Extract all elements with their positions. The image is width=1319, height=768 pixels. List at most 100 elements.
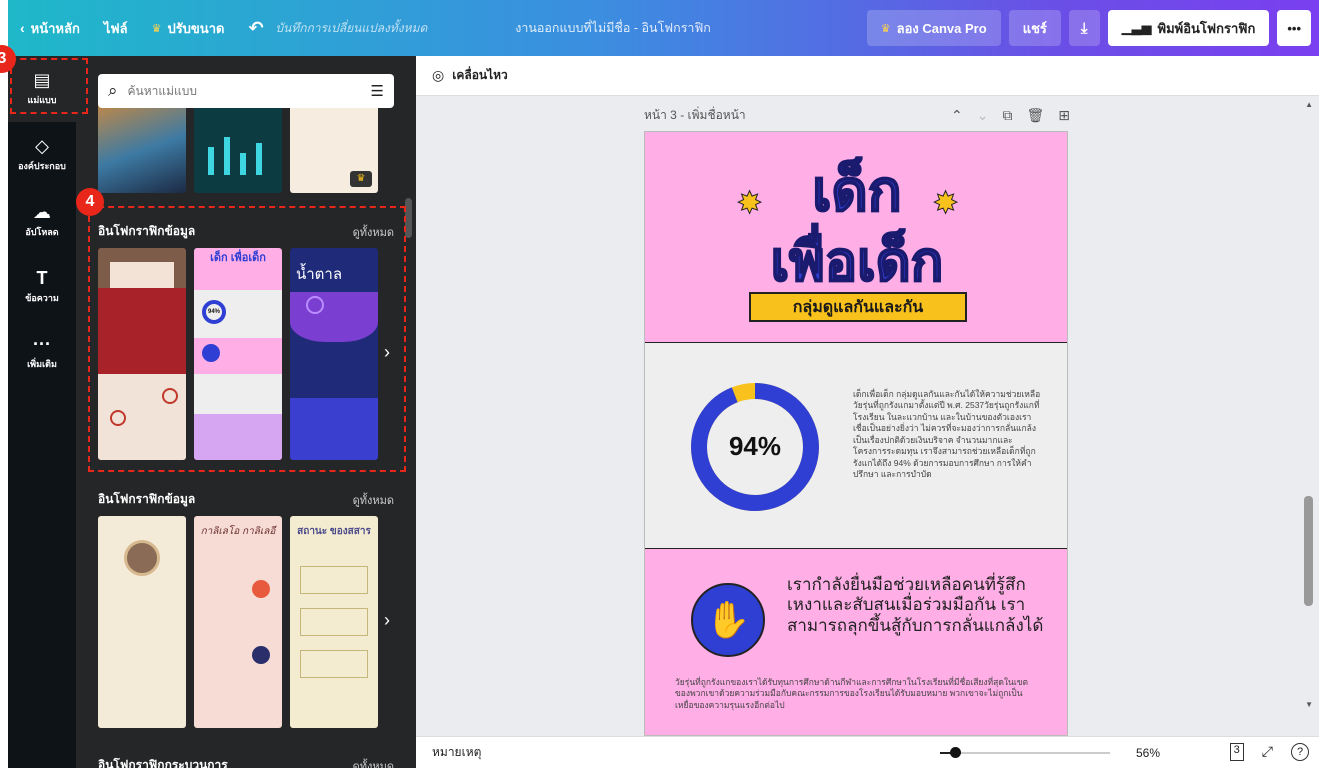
- chart-icon: ▁▃▅: [1121, 20, 1152, 35]
- bar-decoration: [208, 147, 214, 175]
- filter-icon[interactable]: ☰: [371, 82, 384, 100]
- bar-decoration: [256, 143, 262, 175]
- rail-item-more[interactable]: ··· เพิ่มเติม: [8, 320, 76, 386]
- crown-icon: ♛: [151, 22, 162, 35]
- chevron-left-icon: ‹: [20, 20, 25, 36]
- title-section[interactable]: ✸ ✸ เด็ก เพื่อเด็ก กลุ่มดูแลกันและกัน: [645, 132, 1067, 342]
- annotation-box-4: [88, 206, 406, 472]
- try-pro-button[interactable]: ♛ ลอง Canva Pro: [866, 10, 1001, 46]
- template-search-input[interactable]: [127, 84, 361, 98]
- top-bar-actions: ♛ ลอง Canva Pro แชร์ ⤓ ▁▃▅ พิมพ์อินโฟกรา…: [866, 10, 1319, 46]
- template-thumb[interactable]: [98, 516, 186, 728]
- thumb-circle: [252, 646, 270, 664]
- undo-icon: ↶: [248, 17, 264, 38]
- rail-item-text[interactable]: T ข้อความ: [8, 254, 76, 320]
- pro-crown-badge: ♛: [350, 171, 372, 187]
- save-status: บันทึกการเปลี่ยนแปลงทั้งหมด: [275, 20, 428, 35]
- template-thumb-states-of-matter[interactable]: สถานะ ของสสาร: [290, 516, 378, 728]
- page-count-icon[interactable]: 3: [1229, 743, 1244, 761]
- thumb-row: [300, 650, 368, 678]
- zoom-slider[interactable]: [940, 747, 1110, 758]
- template-thumb[interactable]: [98, 96, 186, 193]
- thumb-title: กาลิเลโอ กาลิเลอี: [200, 526, 276, 537]
- page-header: หน้า 3 - เพิ่มชื่อหน้า ⌃ ⌄ ⧉ 🗑 ⊞: [644, 104, 1070, 126]
- rail-label: ข้อความ: [25, 293, 59, 303]
- page-title[interactable]: หน้า 3 - เพิ่มชื่อหน้า: [644, 106, 746, 125]
- add-page-icon[interactable]: ⊞: [1058, 107, 1070, 124]
- elements-icon: ◇: [35, 136, 49, 156]
- template-thumb-galileo[interactable]: กาลิเลโอ กาลิเลอี: [194, 516, 282, 728]
- resize-button[interactable]: ♛ ปรับขนาด: [140, 10, 237, 46]
- stat-section[interactable]: 94% เด็กเพื่อเด็ก กลุ่มดูแลกันและกันได้ใ…: [645, 342, 1067, 549]
- annotation-box-3: [10, 58, 88, 114]
- trash-icon[interactable]: 🗑: [1026, 107, 1044, 124]
- body-paragraph[interactable]: เด็กเพื่อเด็ก กลุ่มดูแลกันและกันได้ให้คว…: [853, 389, 1043, 481]
- crown-icon: ♛: [880, 22, 891, 35]
- thumb-row: [300, 608, 368, 636]
- resize-label: ปรับขนาด: [167, 20, 225, 36]
- thumb-portrait: [124, 540, 160, 576]
- download-button[interactable]: ⤓: [1068, 10, 1100, 46]
- share-label: แชร์: [1022, 20, 1047, 36]
- bottom-bar: หมายเหตุ 56% 3 ⤢ ?: [416, 736, 1319, 768]
- help-icon[interactable]: ?: [1291, 743, 1309, 761]
- side-rail: ▤ แม่แบบ ◇ องค์ประกอบ ☁ อัปโหลด T ข้อควา…: [8, 56, 76, 768]
- zoom-slider-knob[interactable]: [950, 747, 961, 758]
- template-thumb[interactable]: ♛: [290, 96, 378, 193]
- page-tools: ⌃ ⌄ ⧉ 🗑 ⊞: [951, 107, 1070, 124]
- chevron-down-icon[interactable]: ⌄: [977, 107, 989, 124]
- more-icon: ···: [33, 334, 51, 354]
- scroll-up-icon[interactable]: ▲: [1305, 100, 1313, 109]
- body-paragraph[interactable]: วัยรุ่นที่ถูกรังแกของเราได้รับทุนการศึกษ…: [675, 677, 1039, 711]
- rail-label: อัปโหลด: [25, 227, 59, 237]
- support-section[interactable]: ✋ เรากำลังยื่นมือช่วยเหลือคนที่รู้สึกเหง…: [645, 549, 1067, 735]
- zoom-level[interactable]: 56%: [1136, 746, 1160, 760]
- panel-scrollbar[interactable]: [405, 198, 412, 238]
- home-label: หน้าหลัก: [30, 20, 80, 36]
- section-title: อินโฟกราฟิกกระบวนการ: [98, 758, 228, 768]
- canva-editor: ‹ หน้าหลัก ไฟล์ ♛ ปรับขนาด ↶ บันทึกการเป…: [0, 0, 1319, 768]
- notes-button[interactable]: หมายเหตุ: [432, 743, 481, 762]
- scroll-down-icon[interactable]: ▼: [1305, 700, 1313, 709]
- share-button[interactable]: แชร์: [1008, 10, 1061, 46]
- upload-icon: ☁: [33, 202, 51, 222]
- chevron-up-icon[interactable]: ⌃: [951, 107, 963, 124]
- canvas-area: ◎ เคลื่อนไหว หน้า 3 - เพิ่มชื่อหน้า ⌃ ⌄ …: [416, 56, 1319, 736]
- print-label: พิมพ์อินโฟกราฟิก: [1157, 20, 1256, 36]
- carousel-next-icon[interactable]: ›: [384, 610, 402, 631]
- canvas-scrollbar[interactable]: [1304, 496, 1313, 606]
- thumb-title: สถานะ ของสสาร: [297, 526, 371, 537]
- annotation-number-4: 4: [76, 188, 104, 216]
- percentage-label[interactable]: 94%: [689, 431, 821, 462]
- bar-decoration: [224, 137, 230, 175]
- rail-label: เพิ่มเติม: [27, 359, 57, 369]
- undo-button[interactable]: ↶: [236, 10, 275, 46]
- home-button[interactable]: ‹ หน้าหลัก: [8, 10, 92, 46]
- thumb-row: [300, 566, 368, 594]
- print-button[interactable]: ▁▃▅ พิมพ์อินโฟกราฟิก: [1107, 10, 1270, 46]
- rail-label: องค์ประกอบ: [18, 161, 66, 171]
- file-label: ไฟล์: [103, 20, 128, 36]
- bottom-bar-tools: 3 ⤢ ?: [1229, 743, 1309, 761]
- subtitle-badge[interactable]: กลุ่มดูแลกันและกัน: [749, 292, 967, 322]
- see-all-link[interactable]: ดูทั้งหมด: [353, 757, 394, 768]
- design-page[interactable]: ✸ ✸ เด็ก เพื่อเด็ก กลุ่มดูแลกันและกัน 94…: [644, 131, 1068, 736]
- ellipsis-icon: •••: [1287, 20, 1301, 36]
- support-heading[interactable]: เรากำลังยื่นมือช่วยเหลือคนที่รู้สึกเหงาแ…: [787, 575, 1047, 636]
- editor-toolbar: ◎ เคลื่อนไหว: [416, 56, 1319, 96]
- file-menu[interactable]: ไฟล์: [92, 10, 140, 46]
- top-bar: ‹ หน้าหลัก ไฟล์ ♛ ปรับขนาด ↶ บันทึกการเป…: [8, 0, 1319, 56]
- thumb-circle: [252, 580, 270, 598]
- animate-button[interactable]: เคลื่อนไหว: [452, 66, 508, 85]
- fullscreen-icon[interactable]: ⤢: [1262, 743, 1273, 761]
- search-icon: ⌕: [108, 81, 118, 100]
- template-thumb[interactable]: [194, 96, 282, 193]
- animate-icon: ◎: [432, 67, 445, 83]
- duplicate-page-icon[interactable]: ⧉: [1002, 107, 1012, 124]
- see-all-link[interactable]: ดูทั้งหมด: [353, 491, 394, 509]
- more-menu-button[interactable]: •••: [1277, 10, 1311, 46]
- rail-item-uploads[interactable]: ☁ อัปโหลด: [8, 188, 76, 254]
- rail-item-elements[interactable]: ◇ องค์ประกอบ: [8, 122, 76, 188]
- design-title[interactable]: งานออกแบบที่ไม่มีชื่อ - อินโฟกราฟิก: [515, 18, 711, 38]
- template-search-bar: ⌕ ☰: [98, 74, 394, 108]
